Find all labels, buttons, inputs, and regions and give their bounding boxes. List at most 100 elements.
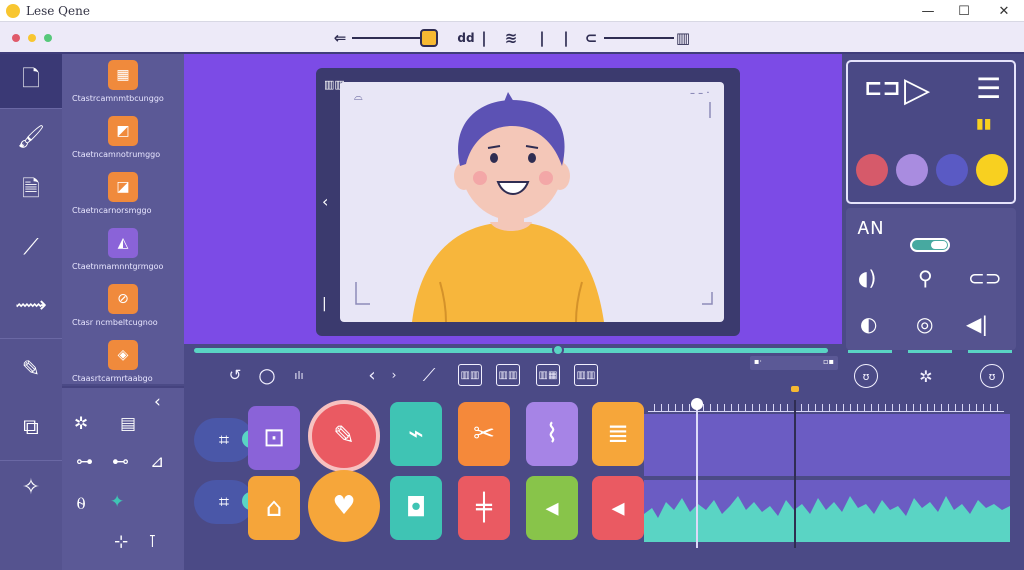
back-icon[interactable]: ⇐	[328, 28, 352, 48]
sidebar-file-icon[interactable]: 🗎	[0, 164, 62, 218]
sidebar-scribble-icon[interactable]: ⟿	[0, 278, 62, 332]
hand-clip[interactable]: ⌁	[390, 402, 442, 466]
window-dot-yellow[interactable]	[28, 34, 36, 42]
sidebar-film-icon[interactable]: ⧉	[0, 400, 62, 454]
audio-panel-label: ᎪN	[858, 218, 884, 239]
list-item[interactable]: ◈ Ctaasrtcarmrtaabgo	[62, 334, 184, 390]
marker-handle[interactable]	[791, 386, 799, 392]
effect-panel-icon[interactable]: ▤	[120, 414, 136, 434]
effect-tree-icon[interactable]: ⍬	[76, 494, 86, 514]
track1-lead-clip[interactable]: ⌗	[194, 418, 260, 462]
swatch-red[interactable]	[856, 154, 888, 186]
effect-cross-icon[interactable]: ⊹	[114, 532, 128, 552]
monitor-nav-left-icon[interactable]: ‹	[322, 192, 328, 211]
ruler-icon[interactable]: ⟋	[416, 364, 442, 386]
list-item[interactable]: ▦ Ctastrcamnmtbcunggo	[62, 54, 184, 110]
track2-lead-clip[interactable]: ⌗	[194, 480, 260, 524]
list-item[interactable]: ◭ Ctaetnmamnntgrmgoo	[62, 222, 184, 278]
audio-icon[interactable]: ⊂	[580, 28, 602, 48]
sidebar-pin-icon[interactable]: ✎	[0, 342, 62, 396]
cut-button[interactable]: dd	[454, 28, 478, 48]
stack-clip[interactable]: ≣	[592, 402, 644, 466]
app-window: Lese Qene — ☐ ✕ ⇐ dd | ≋ | | ⊂ ▥ 🗋 🖌 🗎 ⟋…	[0, 0, 1024, 570]
effect-sparkle-icon[interactable]: ✦	[110, 492, 124, 512]
smile-icon[interactable]: ʊ	[854, 364, 878, 388]
scissors-clip[interactable]: ✂	[458, 402, 510, 466]
toolbar: ⇐ dd | ≋ | | ⊂ ▥	[0, 22, 1024, 54]
mic-icon[interactable]: ⚲	[918, 266, 933, 290]
audio-track[interactable]	[644, 480, 1010, 542]
asset-label: Ctaetnmamnntgrmgoo	[72, 262, 164, 271]
speaker-icon[interactable]: ◖)	[858, 266, 876, 290]
record-icon[interactable]: ○	[256, 363, 278, 387]
volume-clip[interactable]: ◂	[526, 476, 578, 540]
ripple-icon[interactable]: ≋	[496, 28, 526, 48]
mute-icon[interactable]: ◀|	[966, 312, 988, 336]
smile-icon-2[interactable]: ʊ	[980, 364, 1004, 388]
clip-frame-icon[interactable]: ⊏⊐	[864, 76, 901, 101]
small-bars-icon[interactable]: ▮▮	[976, 116, 991, 132]
swatch-yellow[interactable]	[976, 154, 1008, 186]
asset-thumbnail-icon: ◩	[108, 116, 138, 146]
audio-toggle[interactable]	[910, 238, 950, 252]
grid-toggle-3[interactable]: ▥▦	[536, 364, 560, 386]
grid-toggle-1[interactable]: ▥▥	[458, 364, 482, 386]
collapse-chevron-icon[interactable]: ‹	[154, 392, 161, 412]
swatch-indigo[interactable]	[936, 154, 968, 186]
sidebar-star-map-icon[interactable]: ✧	[0, 460, 62, 514]
marker-button[interactable]: ılı	[288, 364, 310, 386]
effect-link-icon[interactable]: ⊶	[76, 452, 93, 472]
swatch-lilac[interactable]	[896, 154, 928, 186]
balance-icon[interactable]: ◐	[860, 312, 877, 336]
effect-triangle-icon[interactable]: ⊿	[150, 452, 164, 472]
sidebar-divider	[0, 108, 62, 109]
preview-monitor: ▥▥ ‹ ⌓ – – · |	[316, 68, 740, 336]
scrubber-knob[interactable]	[552, 344, 564, 356]
loop-icon[interactable]: ↺	[224, 364, 246, 386]
target-icon[interactable]: ◎	[916, 312, 933, 336]
zoom-knob[interactable]	[420, 29, 438, 47]
crop-clip[interactable]: ⊡	[248, 406, 300, 470]
window-dot-red[interactable]	[12, 34, 20, 42]
wing-clip[interactable]: ⌇	[526, 402, 578, 466]
mini-status-bar[interactable]: ▪· ▫▪	[750, 356, 838, 370]
list-item[interactable]: ◩ Ctaetncamnotrumggo	[62, 110, 184, 166]
play-icon[interactable]: ▷	[904, 70, 930, 110]
prev-frame-icon[interactable]: ‹	[364, 364, 380, 386]
sidebar-brush-icon[interactable]: 🖌	[0, 110, 62, 164]
asset-label: Ctastrcamnmtbcunggo	[72, 94, 164, 103]
preview-canvas[interactable]: ⌓ – – ·	[340, 82, 724, 322]
list-item[interactable]: ◪ Ctaetncarnorsmggo	[62, 166, 184, 222]
trash-icon[interactable]: ▥	[674, 28, 692, 48]
tag-clip[interactable]: ⌂	[248, 476, 300, 540]
sparkle-icon[interactable]: ✲	[914, 364, 938, 388]
maximize-button[interactable]: ☐	[946, 0, 982, 22]
app-logo-icon	[6, 4, 20, 18]
effect-link-alt-icon[interactable]: ⊷	[112, 452, 129, 472]
effect-node-icon[interactable]: ⊺	[148, 532, 157, 552]
bag-clip[interactable]: ◘	[390, 476, 442, 540]
sidebar-stroke-icon[interactable]: ⟋	[0, 220, 62, 274]
grid-toggle-4[interactable]: ▥▥	[574, 364, 598, 386]
effect-spark-icon[interactable]: ✲	[74, 414, 88, 434]
playhead-handle[interactable]	[691, 398, 703, 410]
list-icon[interactable]: ☰	[976, 72, 1001, 105]
headphones-icon[interactable]: ⊂⊃	[968, 266, 1002, 290]
sidebar-document-icon[interactable]: 🗋	[0, 54, 62, 108]
playhead[interactable]	[696, 400, 698, 548]
plus-clip[interactable]: ╪	[458, 476, 510, 540]
window-dot-green[interactable]	[44, 34, 52, 42]
mini-bar-right-icon: ▫▪	[823, 357, 834, 366]
video-track[interactable]	[644, 414, 1010, 476]
grid-toggle-2[interactable]: ▥▥	[496, 364, 520, 386]
lead-clip-2-icon: ⌗	[218, 491, 230, 513]
heart-clip[interactable]: ♥	[308, 470, 380, 542]
mute-clip[interactable]: ◂	[592, 476, 644, 540]
playback-scrubber[interactable]	[184, 344, 842, 356]
list-item[interactable]: ⊘ Ctasr ncmbeltcugnoo	[62, 278, 184, 334]
minimize-button[interactable]: —	[910, 0, 946, 22]
pen-clip[interactable]: ✎	[308, 400, 380, 472]
close-button[interactable]: ✕	[986, 0, 1022, 22]
mini-bar-left-icon: ▪·	[754, 357, 762, 366]
next-frame-icon[interactable]: ›	[386, 364, 402, 386]
